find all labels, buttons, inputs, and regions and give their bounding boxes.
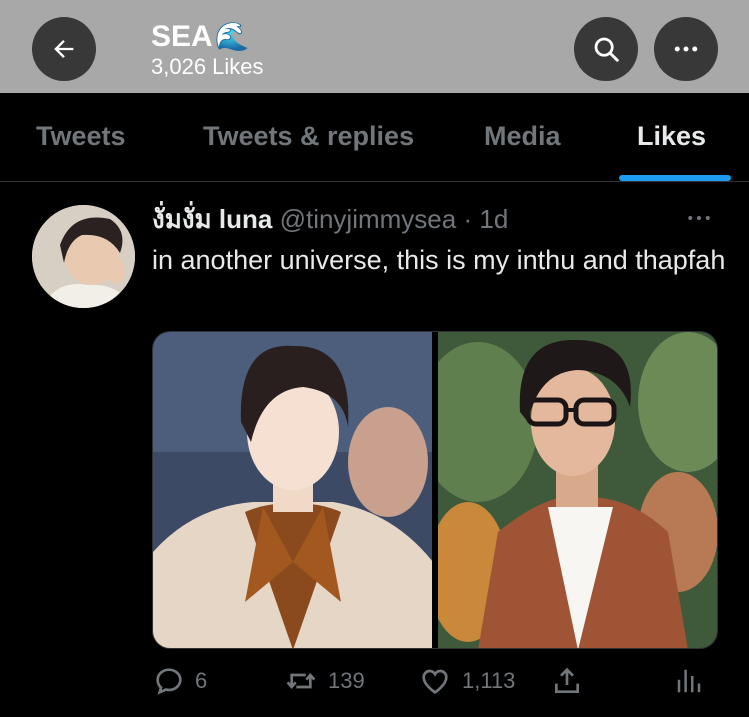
tweet-timestamp[interactable]: 1d (479, 204, 508, 234)
arrow-left-icon (54, 40, 74, 58)
page-title: SEA 🌊 (151, 20, 264, 54)
tab-likes[interactable]: Likes (637, 121, 706, 152)
retweet-count: 139 (328, 668, 365, 693)
search-button[interactable] (574, 17, 638, 81)
tweet-more-button[interactable] (684, 203, 714, 238)
more-horizontal-icon (688, 216, 710, 220)
share-icon (555, 667, 579, 693)
heart-icon (422, 669, 448, 694)
tweet-text: in another universe, this is my inthu an… (152, 245, 726, 275)
analytics-button[interactable] (674, 665, 704, 697)
search-icon (594, 37, 619, 62)
profile-header: SEA 🌊 3,026 Likes (0, 0, 749, 93)
author-name[interactable]: งั่มงั่ม luna (152, 204, 272, 234)
retweet-icon (286, 672, 316, 690)
reply-count: 6 (195, 668, 208, 693)
reply-icon (156, 668, 182, 695)
tab-media[interactable]: Media (484, 121, 561, 152)
active-tab-indicator (619, 175, 731, 181)
photo-right-image (438, 332, 717, 648)
share-button[interactable] (551, 665, 583, 697)
more-options-button[interactable] (654, 17, 718, 81)
analytics-icon (677, 669, 701, 693)
profile-name: SEA (151, 20, 213, 53)
tweet-actions: 6 139 1,113 (0, 665, 749, 705)
like-count: 1,113 (462, 668, 516, 693)
tweet-media[interactable] (152, 331, 718, 649)
tab-tweets[interactable]: Tweets (36, 121, 126, 152)
media-photo-right[interactable] (438, 332, 717, 648)
retweet-button[interactable]: 139 (284, 665, 365, 697)
wave-emoji: 🌊 (214, 21, 250, 52)
avatar[interactable] (32, 205, 135, 308)
author-handle[interactable]: @tinyjimmysea (280, 204, 457, 234)
media-photo-left[interactable] (153, 332, 432, 648)
avatar-photo (32, 205, 135, 308)
like-button[interactable]: 1,113 (418, 665, 515, 697)
separator-dot: · (463, 204, 473, 234)
more-horizontal-icon (674, 46, 698, 52)
back-button[interactable] (32, 17, 96, 81)
header-title-group: SEA 🌊 3,026 Likes (151, 20, 264, 80)
tweet-header: งั่มงั่ม luna @tinyjimmysea · 1d (152, 203, 508, 235)
profile-tabs: Tweets Tweets & replies Media Likes (0, 93, 749, 182)
reply-button[interactable]: 6 (153, 665, 207, 697)
likes-count: 3,026 Likes (151, 54, 264, 79)
photo-left-image (153, 332, 432, 648)
tab-tweets-and-replies[interactable]: Tweets & replies (203, 121, 414, 152)
